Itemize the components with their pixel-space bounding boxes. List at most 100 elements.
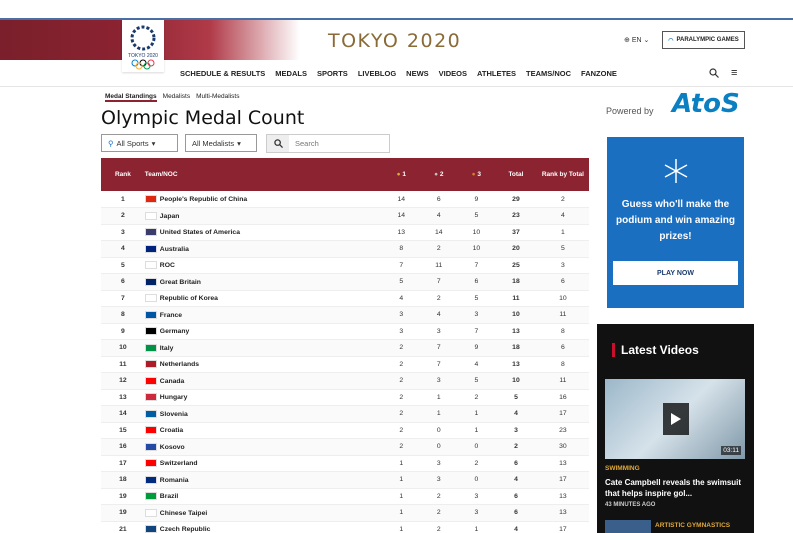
team-name[interactable]: Canada (160, 378, 185, 385)
total-cell: 10 (495, 372, 537, 390)
header-total[interactable]: Total (495, 158, 537, 191)
nav-sports[interactable]: SPORTS (317, 69, 348, 78)
nav-athletes[interactable]: ATHLETES (477, 69, 516, 78)
nav-fanzone[interactable]: FANZONE (581, 69, 617, 78)
table-row[interactable]: 19 Brazil 1 2 3 6 13 (101, 488, 589, 505)
table-row[interactable]: 2 Japan 14 4 5 23 4 (101, 207, 589, 225)
tab-multi-medalists[interactable]: Multi-Medalists (196, 93, 239, 102)
table-row[interactable]: 5 ROC 7 11 7 25 3 (101, 257, 589, 274)
table-row[interactable]: 6 Great Britain 5 7 6 18 6 (101, 273, 589, 291)
team-name[interactable]: Switzerland (160, 460, 198, 467)
medalists-dropdown[interactable]: All Medalists ▾ (185, 134, 257, 152)
bronze-cell: 0 (457, 438, 496, 456)
nav-news[interactable]: NEWS (406, 69, 429, 78)
video-timestamp: 43 MINUTES AGO (605, 502, 656, 508)
rank-by-total-cell: 30 (536, 438, 589, 456)
team-name[interactable]: Republic of Korea (160, 295, 218, 302)
language-selector[interactable]: ⊕ EN ⌄ (624, 36, 649, 44)
team-name[interactable]: Netherlands (160, 361, 199, 368)
rank-cell: 18 (101, 471, 145, 489)
play-now-button[interactable]: PLAY NOW (613, 261, 738, 285)
table-row[interactable]: 8 France 3 4 3 10 11 (101, 306, 589, 324)
team-name[interactable]: Chinese Taipei (160, 510, 207, 517)
tab-medalists[interactable]: Medalists (163, 93, 190, 102)
table-row[interactable]: 21 Czech Republic 1 2 1 4 17 (101, 521, 589, 533)
header-rank-by-total[interactable]: Rank by Total (536, 158, 589, 191)
team-name[interactable]: Germany (160, 328, 189, 335)
total-cell: 10 (495, 306, 537, 324)
tokyo-logo[interactable]: TOKYO 2020 (122, 20, 164, 72)
video-headline[interactable]: Cate Campbell reveals the swimsuit that … (605, 477, 745, 499)
atos-logo[interactable]: AtoS (672, 89, 740, 119)
table-row[interactable]: 17 Switzerland 1 3 2 6 13 (101, 455, 589, 472)
rank-cell: 13 (101, 389, 145, 406)
team-name[interactable]: Australia (160, 246, 189, 253)
search-icon[interactable] (709, 68, 719, 78)
play-icon[interactable] (663, 403, 689, 435)
team-cell: Kosovo (144, 438, 383, 456)
team-name[interactable]: Brazil (160, 493, 179, 500)
table-row[interactable]: 15 Croatia 2 0 1 3 23 (101, 422, 589, 439)
silver-cell: 4 (420, 306, 458, 324)
team-name[interactable]: People's Republic of China (160, 196, 247, 203)
rank-by-total-cell: 13 (536, 455, 589, 472)
table-row[interactable]: 7 Republic of Korea 4 2 5 11 10 (101, 290, 589, 307)
nav-medals[interactable]: MEDALS (275, 69, 307, 78)
table-row[interactable]: 3 United States of America 13 14 10 37 1 (101, 224, 589, 241)
nav-liveblog[interactable]: LIVEBLOG (358, 69, 396, 78)
table-row[interactable]: 14 Slovenia 2 1 1 4 17 (101, 405, 589, 423)
team-cell: France (144, 306, 383, 324)
team-name[interactable]: Great Britain (160, 279, 201, 286)
flag-icon (144, 475, 157, 484)
table-row[interactable]: 12 Canada 2 3 5 10 11 (101, 372, 589, 390)
team-name[interactable]: Slovenia (160, 411, 188, 418)
team-name[interactable]: Hungary (160, 394, 188, 401)
search-field[interactable]: Search (266, 134, 390, 153)
table-row[interactable]: 11 Netherlands 2 7 4 13 8 (101, 356, 589, 373)
snowflake-icon (664, 159, 688, 183)
table-row[interactable]: 10 Italy 2 7 9 18 6 (101, 339, 589, 357)
table-row[interactable]: 19 Chinese Taipei 1 2 3 6 13 (101, 504, 589, 522)
bronze-cell: 9 (457, 191, 496, 208)
header-silver[interactable]: ● 2 (420, 158, 458, 191)
brand-title[interactable]: TOKYO 2020 (328, 30, 461, 52)
video-thumbnail-2[interactable] (605, 520, 651, 533)
sports-dropdown[interactable]: ⚲ All Sports ▾ (101, 134, 178, 152)
header-team[interactable]: Team/NOC (144, 158, 383, 191)
table-row[interactable]: 1 People's Republic of China 14 6 9 29 2 (101, 191, 589, 208)
team-name[interactable]: Japan (160, 213, 180, 220)
team-name[interactable]: Croatia (160, 427, 183, 434)
page-title: Olympic Medal Count (101, 107, 305, 129)
team-name[interactable]: Romania (160, 477, 189, 484)
rank-by-total-cell: 1 (536, 224, 589, 241)
table-row[interactable]: 18 Romania 1 3 0 4 17 (101, 471, 589, 489)
gold-cell: 7 (382, 257, 421, 274)
nav-videos[interactable]: VIDEOS (439, 69, 467, 78)
promo-ad[interactable]: Guess who'll make the podium and win ama… (607, 137, 744, 308)
team-name[interactable]: France (160, 312, 182, 319)
search-icon[interactable] (267, 135, 289, 152)
team-name[interactable]: Czech Republic (160, 526, 211, 533)
header-rank[interactable]: Rank (101, 158, 145, 191)
table-row[interactable]: 4 Australia 8 2 10 20 5 (101, 240, 589, 258)
team-name[interactable]: Kosovo (160, 444, 185, 451)
table-row[interactable]: 13 Hungary 2 1 2 5 16 (101, 389, 589, 406)
header-team-label: Team/NOC (144, 171, 178, 178)
nav-schedule[interactable]: SCHEDULE & RESULTS (180, 69, 265, 78)
team-name[interactable]: United States of America (160, 229, 240, 236)
video-thumbnail[interactable]: 03:11 (605, 379, 745, 459)
table-row[interactable]: 9 Germany 3 3 7 13 8 (101, 323, 589, 340)
video-category[interactable]: SWIMMING (605, 465, 640, 472)
rank-cell: 11 (101, 356, 145, 373)
team-name[interactable]: ROC (160, 262, 175, 269)
video-category-2[interactable]: ARTISTIC GYMNASTICS (655, 522, 730, 529)
header-gold[interactable]: ● 1 (382, 158, 421, 191)
paralympic-games-button[interactable]: ◠ PARALYMPIC GAMES (662, 31, 745, 49)
table-row[interactable]: 16 Kosovo 2 0 0 2 30 (101, 438, 589, 456)
paralympic-label: PARALYMPIC GAMES (676, 37, 739, 43)
menu-icon[interactable]: ≡ (731, 68, 737, 79)
header-bronze[interactable]: ● 3 (457, 158, 496, 191)
tab-medal-standings[interactable]: Medal Standings (105, 93, 157, 102)
nav-teams[interactable]: TEAMS/NOC (526, 69, 571, 78)
team-name[interactable]: Italy (160, 345, 174, 352)
